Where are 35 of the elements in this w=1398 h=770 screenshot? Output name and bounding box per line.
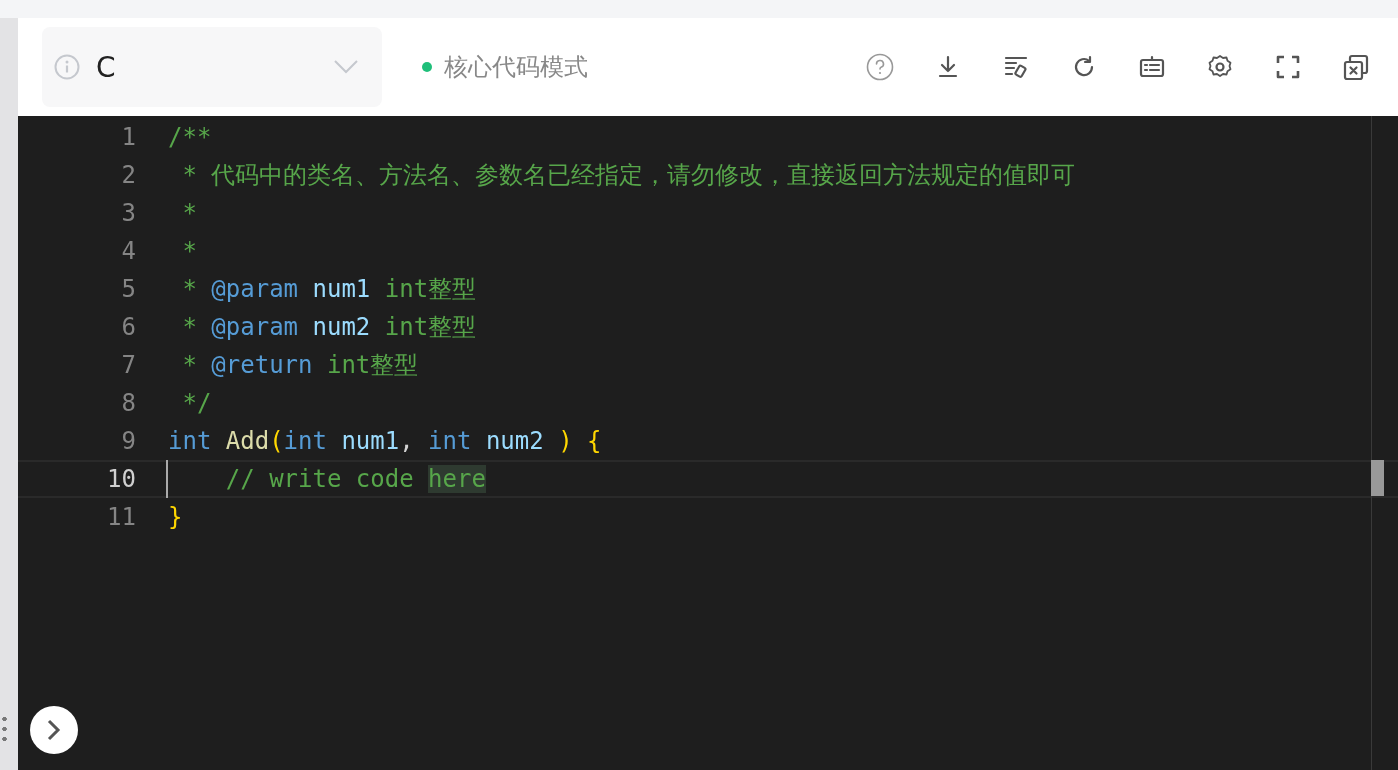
- code-line: *: [181, 236, 197, 267]
- expand-button[interactable]: [30, 706, 78, 754]
- line-number: 3: [120, 199, 137, 227]
- line-number: 5: [120, 275, 137, 303]
- info-icon: [54, 54, 80, 80]
- close-window-icon: [1342, 53, 1370, 81]
- line-number: 2: [120, 161, 137, 189]
- mode-label: 核心代码模式: [444, 52, 588, 83]
- line-number: 1: [120, 123, 137, 151]
- code-line: * @param num2 int整型: [181, 312, 477, 343]
- scroll-marker: [1371, 460, 1384, 496]
- line-number: 10: [106, 465, 137, 493]
- language-value: C: [96, 50, 117, 84]
- code-line: * @return int整型: [181, 350, 419, 381]
- line-number: 7: [120, 351, 137, 379]
- code-editor[interactable]: 1 /** 2 * 代码中的类名、方法名、参数名已经指定，请勿修改，直接返回方法规定的值即可 3 * 4 * 5 * @param num1 int整型 6 * @param num2 int整型 7 * @return int整型 8 */ 9 int Add(int num1, int num2 ) { 10 // write code here 11 }: [18, 116, 1398, 770]
- language-select[interactable]: C: [42, 27, 382, 107]
- drag-handle-icon[interactable]: [1, 714, 7, 744]
- line-number: 9: [120, 427, 137, 455]
- code-line: }: [168, 502, 183, 533]
- code-line: /**: [168, 122, 212, 153]
- code-line: // write code here: [166, 460, 486, 498]
- line-number: 4: [120, 237, 137, 265]
- help-icon: [866, 53, 894, 81]
- code-line: */: [181, 388, 212, 419]
- line-number: 8: [120, 389, 137, 417]
- line-number: 6: [120, 313, 137, 341]
- line-number: 11: [106, 503, 137, 531]
- code-line: int Add(int num1, int num2 ) {: [168, 426, 602, 457]
- fullscreen-icon: [1274, 53, 1302, 81]
- chevron-right-icon: [47, 719, 61, 741]
- chevron-down-icon: [334, 60, 358, 74]
- code-line: * 代码中的类名、方法名、参数名已经指定，请勿修改，直接返回方法规定的值即可: [181, 160, 1076, 191]
- code-line: *: [181, 198, 197, 229]
- code-line: * @param num1 int整型: [181, 274, 477, 305]
